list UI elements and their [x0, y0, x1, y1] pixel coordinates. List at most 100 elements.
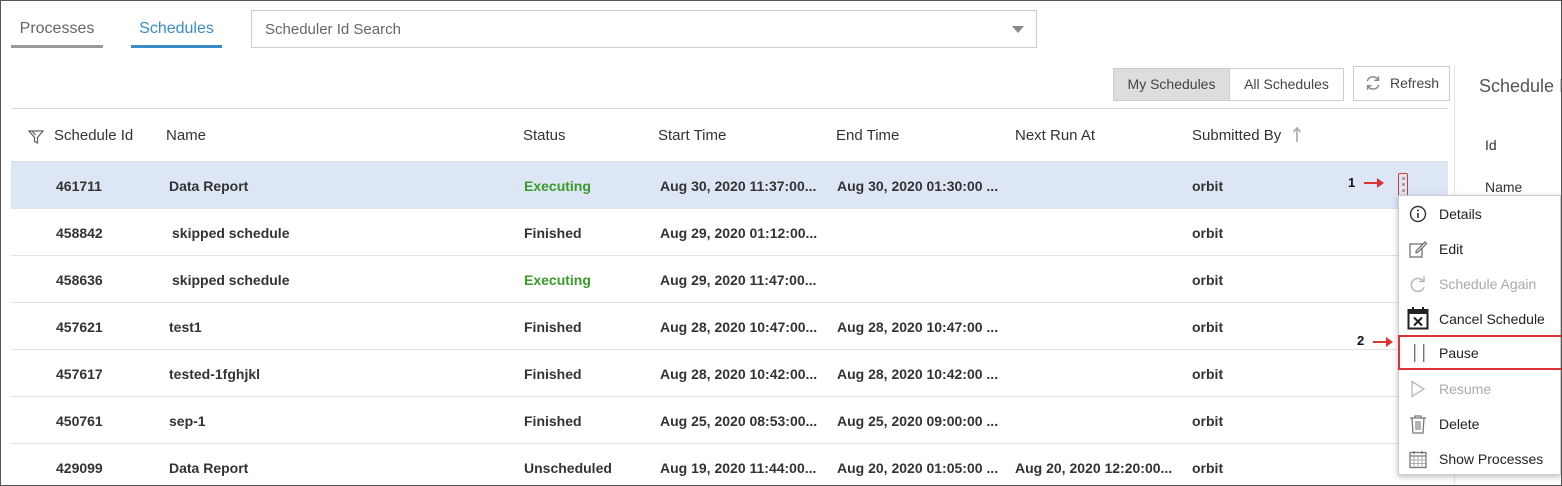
cell-status: Executing: [524, 178, 591, 194]
annotation-arrow-1: [1364, 178, 1384, 188]
menu-item-label: Cancel Schedule: [1439, 311, 1545, 327]
chevron-down-icon[interactable]: [1012, 26, 1024, 33]
refresh-icon: [1366, 76, 1380, 90]
cell-start-time: Aug 25, 2020 08:53:00...: [660, 413, 818, 429]
cell-next-run: Aug 20, 2020 12:20:00...: [1015, 460, 1173, 476]
cell-schedule-id: 450761: [56, 413, 103, 429]
cell-end-time: Aug 30, 2020 01:30:00 ...: [837, 178, 999, 194]
cell-submitted-by: orbit: [1192, 225, 1224, 241]
table-row[interactable]: 450761 sep-1 Finished Aug 25, 2020 08:53…: [11, 397, 1448, 444]
menu-item-cancel-schedule[interactable]: Cancel Schedule: [1399, 302, 1560, 337]
cell-start-time: Aug 30, 2020 11:37:00...: [660, 178, 817, 194]
header-submitted-by[interactable]: Submitted By: [1192, 127, 1281, 144]
cell-status: Finished: [524, 366, 582, 382]
menu-item-details[interactable]: Details: [1399, 197, 1560, 232]
cell-start-time: Aug 28, 2020 10:42:00...: [660, 366, 818, 382]
table-row[interactable]: 429099 Data Report Unscheduled Aug 19, 2…: [11, 444, 1448, 485]
cell-name: skipped schedule: [172, 272, 290, 288]
cell-submitted-by: orbit: [1192, 460, 1224, 476]
info-icon: [1409, 205, 1427, 223]
refresh-label: Refresh: [1390, 75, 1440, 91]
detail-panel-title: Schedule I: [1479, 76, 1562, 96]
cell-name: skipped schedule: [172, 225, 290, 241]
menu-item-resume[interactable]: Resume: [1399, 372, 1560, 407]
edit-icon: [1409, 241, 1428, 258]
menu-item-label: Resume: [1439, 381, 1492, 397]
cell-schedule-id: 461711: [56, 178, 102, 194]
my-schedules-toggle[interactable]: My Schedules: [1113, 68, 1230, 101]
table-row[interactable]: 457621 test1 Finished Aug 28, 2020 10:47…: [11, 303, 1448, 350]
cell-status: Finished: [524, 319, 582, 335]
cell-submitted-by: orbit: [1192, 366, 1224, 382]
cell-status: Finished: [524, 225, 582, 241]
menu-item-pause[interactable]: Pause: [1398, 335, 1561, 370]
sort-up-icon[interactable]: [1292, 126, 1302, 143]
cell-status: Unscheduled: [524, 460, 612, 476]
cell-status: Executing: [524, 272, 591, 288]
cell-name: Data Report: [169, 178, 249, 194]
header-end-time[interactable]: End Time: [836, 127, 899, 144]
menu-item-label: Details: [1439, 206, 1482, 222]
menu-item-show-processes[interactable]: Show Processes: [1399, 442, 1560, 477]
menu-item-schedule-again[interactable]: Schedule Again: [1399, 267, 1560, 302]
cell-end-time: Aug 20, 2020 01:05:00 ...: [837, 460, 999, 476]
header-next-run-at[interactable]: Next Run At: [1015, 127, 1095, 144]
refresh-button[interactable]: Refresh: [1353, 66, 1450, 101]
calendar-grid-icon: [1409, 451, 1427, 469]
menu-item-label: Delete: [1439, 416, 1480, 432]
cell-start-time: Aug 29, 2020 11:47:00...: [660, 272, 817, 288]
cell-schedule-id: 458636: [56, 272, 103, 288]
table-row[interactable]: 458636 skipped schedule Executing Aug 29…: [11, 256, 1448, 303]
menu-item-delete[interactable]: Delete: [1399, 407, 1560, 442]
detail-id-label: Id: [1485, 137, 1497, 153]
cell-end-time: Aug 25, 2020 09:00:00 ...: [837, 413, 999, 429]
redo-icon: [1410, 276, 1425, 293]
cell-start-time: Aug 28, 2020 10:47:00...: [660, 319, 818, 335]
tab-schedules[interactable]: Schedules: [131, 13, 222, 48]
schedules-table: Schedule Id Name Status Start Time End T…: [11, 108, 1448, 485]
detail-name-label: Name: [1485, 179, 1523, 195]
trash-icon: [1410, 415, 1426, 434]
header-schedule-id[interactable]: Schedule Id: [54, 127, 133, 144]
cell-submitted-by: orbit: [1192, 272, 1224, 288]
cell-submitted-by: orbit: [1192, 413, 1224, 429]
play-icon: [1411, 380, 1426, 398]
app-window: Processes Schedules My Schedules All Sch…: [0, 0, 1562, 486]
menu-item-edit[interactable]: Edit: [1399, 232, 1560, 267]
filter-icon[interactable]: [28, 129, 44, 145]
menu-item-label: Schedule Again: [1439, 276, 1537, 292]
menu-item-label: Edit: [1439, 241, 1464, 257]
cell-name: tested-1fghjkl: [169, 366, 261, 382]
cell-submitted-by: orbit: [1192, 319, 1224, 335]
header-status[interactable]: Status: [523, 127, 566, 144]
cell-end-time: Aug 28, 2020 10:47:00 ...: [837, 319, 999, 335]
annotation-marker-2: 2: [1357, 333, 1365, 348]
cell-schedule-id: 458842: [56, 225, 103, 241]
table-header: Schedule Id Name Status Start Time End T…: [11, 108, 1448, 162]
table-row[interactable]: 458842 skipped schedule Finished Aug 29,…: [11, 209, 1448, 256]
calendar-x-icon: [1407, 307, 1429, 330]
cell-start-time: Aug 29, 2020 01:12:00...: [660, 225, 818, 241]
cell-schedule-id: 429099: [56, 460, 103, 476]
tab-processes[interactable]: Processes: [11, 13, 103, 48]
menu-item-label: Pause: [1439, 345, 1479, 361]
header-start-time[interactable]: Start Time: [658, 127, 726, 144]
scheduler-id-search[interactable]: [251, 10, 1037, 48]
table-row[interactable]: 457617 tested-1fghjkl Finished Aug 28, 2…: [11, 350, 1448, 397]
cell-name: Data Report: [169, 460, 249, 476]
annotation-marker-1: 1: [1348, 175, 1356, 190]
row-actions-kebab-icon[interactable]: [1398, 173, 1408, 197]
search-input[interactable]: [263, 11, 987, 47]
cell-schedule-id: 457621: [56, 319, 103, 335]
header-name[interactable]: Name: [166, 127, 206, 144]
all-schedules-toggle[interactable]: All Schedules: [1229, 68, 1344, 101]
cell-schedule-id: 457617: [56, 366, 103, 382]
cell-name: test1: [169, 319, 202, 335]
table-row[interactable]: 461711 Data Report Executing Aug 30, 202…: [11, 162, 1448, 209]
menu-item-label: Show Processes: [1439, 451, 1544, 467]
cell-submitted-by: orbit: [1192, 178, 1224, 194]
cell-status: Finished: [524, 413, 582, 429]
annotation-arrow-2: [1373, 337, 1393, 347]
cell-name: sep-1: [169, 413, 206, 429]
cell-end-time: Aug 28, 2020 10:42:00 ...: [837, 366, 999, 382]
